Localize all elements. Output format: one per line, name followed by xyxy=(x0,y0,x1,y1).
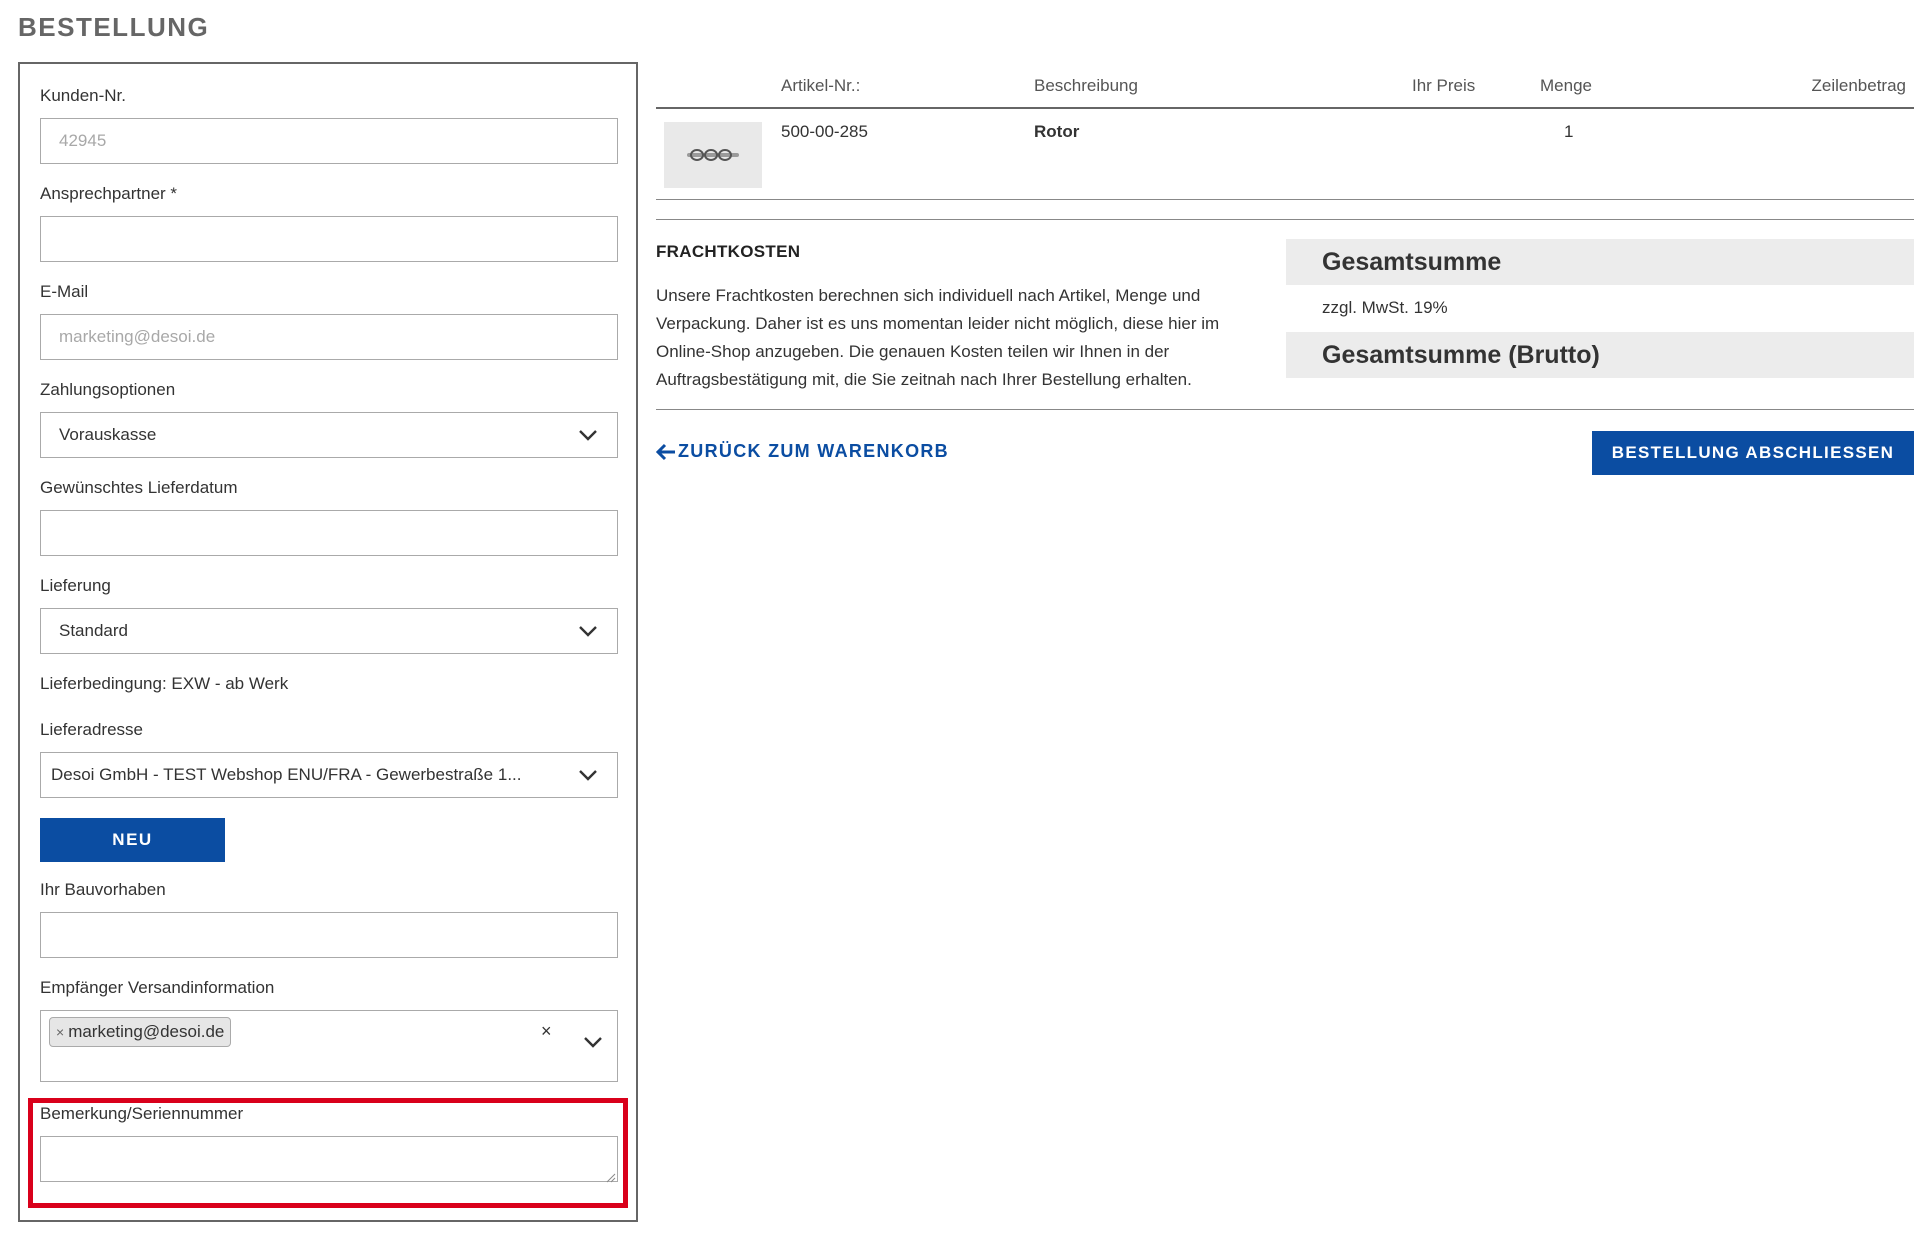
clear-icon[interactable]: × xyxy=(541,1021,552,1042)
freight-text: Unsere Frachtkosten berechnen sich indiv… xyxy=(656,286,1220,389)
resize-grip-icon[interactable] xyxy=(606,1170,616,1183)
delivery-address-select[interactable]: Desoi GmbH - TEST Webshop ENU/FRA - Gewe… xyxy=(40,752,618,798)
customer-no-field[interactable] xyxy=(40,118,618,164)
item-quantity: 1 xyxy=(1564,122,1574,141)
recipient-tag: × marketing@desoi.de xyxy=(49,1017,232,1047)
complete-order-button[interactable]: BESTELLUNG ABSCHLIESSEN xyxy=(1592,431,1914,475)
payment-label: Zahlungsoptionen xyxy=(40,380,176,399)
table-header-divider xyxy=(656,107,1914,109)
delivery-selected: Standard xyxy=(59,621,128,640)
delivery-address-label: Lieferadresse xyxy=(40,720,144,739)
contact-field[interactable] xyxy=(40,216,618,262)
project-field[interactable] xyxy=(40,912,618,958)
order-form: Kunden-Nr. Ansprechpartner * E-Mail Zahl… xyxy=(18,62,638,1222)
delivery-address-selected: Desoi GmbH - TEST Webshop ENU/FRA - Gewe… xyxy=(51,765,522,784)
back-to-cart-link[interactable]: ZURÜCK ZUM WARENKORB xyxy=(656,441,949,462)
email-field[interactable] xyxy=(40,314,618,360)
chevron-down-icon xyxy=(577,424,599,446)
page-title: BESTELLUNG xyxy=(18,12,210,42)
chevron-down-icon xyxy=(577,620,599,642)
remark-field[interactable] xyxy=(40,1136,618,1182)
vat-label: zzgl. MwSt. 19% xyxy=(1322,298,1448,317)
item-article-no: 500-00-285 xyxy=(781,122,868,141)
item-description: Rotor xyxy=(1034,122,1080,141)
chevron-down-icon xyxy=(577,764,599,786)
delivery-label: Lieferung xyxy=(40,576,111,595)
col-description: Beschreibung xyxy=(1034,76,1138,95)
col-quantity: Menge xyxy=(1540,76,1592,95)
contact-label: Ansprechpartner * xyxy=(40,184,178,203)
summary-divider xyxy=(656,409,1914,410)
product-thumbnail[interactable] xyxy=(664,122,762,188)
delivery-date-field[interactable] xyxy=(40,510,618,556)
freight-title: FRACHTKOSTEN xyxy=(656,242,801,261)
col-price: Ihr Preis xyxy=(1412,76,1476,95)
total-bar: Gesamtsumme xyxy=(1286,239,1914,285)
project-label: Ihr Bauvorhaben xyxy=(40,880,166,899)
payment-select[interactable]: Vorauskasse xyxy=(40,412,618,458)
shipping-recipients-select[interactable]: × marketing@desoi.de × xyxy=(40,1010,618,1082)
recipient-tag-label: marketing@desoi.de xyxy=(68,1022,225,1041)
remove-tag-icon[interactable]: × xyxy=(56,1024,64,1040)
delivery-select[interactable]: Standard xyxy=(40,608,618,654)
col-line-total: Zeilenbetrag xyxy=(1811,76,1906,95)
section-divider xyxy=(656,219,1914,220)
new-address-button[interactable]: NEU xyxy=(40,818,225,862)
delivery-date-label: Gewünschtes Lieferdatum xyxy=(40,478,238,497)
customer-no-label: Kunden-Nr. xyxy=(40,86,126,105)
email-label: E-Mail xyxy=(40,282,89,301)
gross-total-bar: Gesamtsumme (Brutto) xyxy=(1286,332,1914,378)
remark-label: Bemerkung/Seriennummer xyxy=(40,1104,244,1123)
back-to-cart-label: ZURÜCK ZUM WARENKORB xyxy=(678,441,949,461)
table-row-divider xyxy=(656,199,1914,200)
arrow-left-icon xyxy=(656,443,676,461)
remark-wrapper xyxy=(40,1136,618,1183)
col-article-no: Artikel-Nr.: xyxy=(781,76,861,95)
payment-selected: Vorauskasse xyxy=(59,425,157,444)
shipping-recipients-label: Empfänger Versandinformation xyxy=(40,978,275,997)
delivery-terms: Lieferbedingung: EXW - ab Werk xyxy=(40,674,289,693)
chevron-down-icon[interactable] xyxy=(583,1035,603,1053)
